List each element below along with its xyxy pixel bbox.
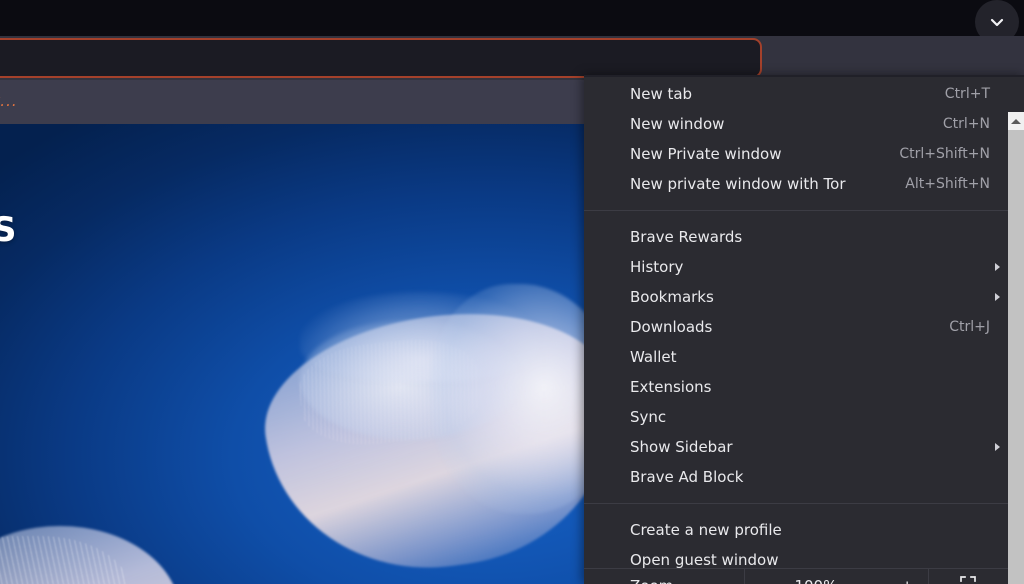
menu-item-label: History (630, 258, 683, 276)
menu-item[interactable]: Wallet (584, 342, 1024, 372)
menu-item-label: New tab (630, 85, 692, 103)
submenu-arrow-icon (995, 293, 1000, 301)
menu-top-edge (584, 75, 1024, 77)
menu-item-label: Open guest window (630, 551, 778, 569)
zoom-in-button[interactable]: + (887, 569, 928, 584)
menu-item[interactable]: Show Sidebar (584, 432, 1024, 462)
scroll-up-button[interactable] (1008, 112, 1024, 130)
menu-item-label: New Private window (630, 145, 781, 163)
menu-item[interactable]: New window Ctrl+N (584, 109, 1024, 139)
menu-item-label: Sync (630, 408, 666, 426)
browser-toolbar: 1 (0, 36, 1024, 80)
menu-item-label: Create a new profile (630, 521, 782, 539)
zoom-label: Zoom (584, 569, 744, 584)
menu-item[interactable]: Bookmarks (584, 282, 1024, 312)
menu-item[interactable]: New private window with Tor Alt+Shift+N (584, 169, 1024, 199)
browser-window: 1 w... (0, 0, 1024, 584)
fullscreen-icon (959, 575, 977, 584)
menu-item-label: New window (630, 115, 724, 133)
scroll-up-arrow-icon (1011, 119, 1021, 124)
menu-item[interactable]: Create a new profile (584, 515, 1024, 545)
zoom-row: Zoom 100% + (584, 568, 1008, 584)
top-system-strip (0, 0, 1024, 36)
menu-item[interactable]: Brave Rewards (584, 222, 1024, 252)
menu-item[interactable]: Downloads Ctrl+J (584, 312, 1024, 342)
address-bar[interactable] (0, 38, 762, 78)
menu-item[interactable]: New tab Ctrl+T (584, 79, 1024, 109)
menu-item-label: Extensions (630, 378, 711, 396)
menu-item-shortcut: Ctrl+N (943, 116, 990, 132)
menu-item-label: New private window with Tor (630, 175, 846, 193)
scrollbar-thumb[interactable] (1008, 130, 1024, 330)
menu-item[interactable]: Extensions (584, 372, 1024, 402)
app-menu-panel: New tab Ctrl+T New window Ctrl+N New Private… (584, 75, 1024, 584)
menu-group: New tab Ctrl+T New window Ctrl+N New Private… (584, 75, 1024, 203)
bookmark-item[interactable]: w... (0, 92, 18, 110)
menu-item-shortcut: Ctrl+T (945, 86, 990, 102)
menu-separator (584, 210, 1024, 211)
menu-item-label: Show Sidebar (630, 438, 733, 456)
menu-item[interactable]: New Private window Ctrl+Shift+N (584, 139, 1024, 169)
submenu-arrow-icon (995, 263, 1000, 271)
menu-item-shortcut: Alt+Shift+N (905, 176, 990, 192)
menu-item-label: Brave Ad Block (630, 468, 743, 486)
menu-item[interactable]: History (584, 252, 1024, 282)
fullscreen-button[interactable] (928, 569, 1008, 584)
menu-separator (584, 503, 1024, 504)
zoom-level: 100% (744, 569, 887, 584)
menu-item-label: Downloads (630, 318, 712, 336)
menu-group: Brave Rewards History Bookmarks Downloads Ct… (584, 218, 1024, 496)
submenu-arrow-icon (995, 443, 1000, 451)
menu-item[interactable]: Brave Ad Block (584, 462, 1024, 492)
menu-item[interactable]: Sync (584, 402, 1024, 432)
menu-item-label: Wallet (630, 348, 677, 366)
menu-item-shortcut: Ctrl+Shift+N (899, 146, 990, 162)
chevron-down-icon (987, 12, 1007, 32)
menu-item-label: Brave Rewards (630, 228, 742, 246)
menu-item-label: Bookmarks (630, 288, 714, 306)
menu-item-shortcut: Ctrl+J (949, 319, 990, 335)
page-title: S (0, 210, 17, 250)
menu-scrollbar[interactable] (1008, 112, 1024, 584)
